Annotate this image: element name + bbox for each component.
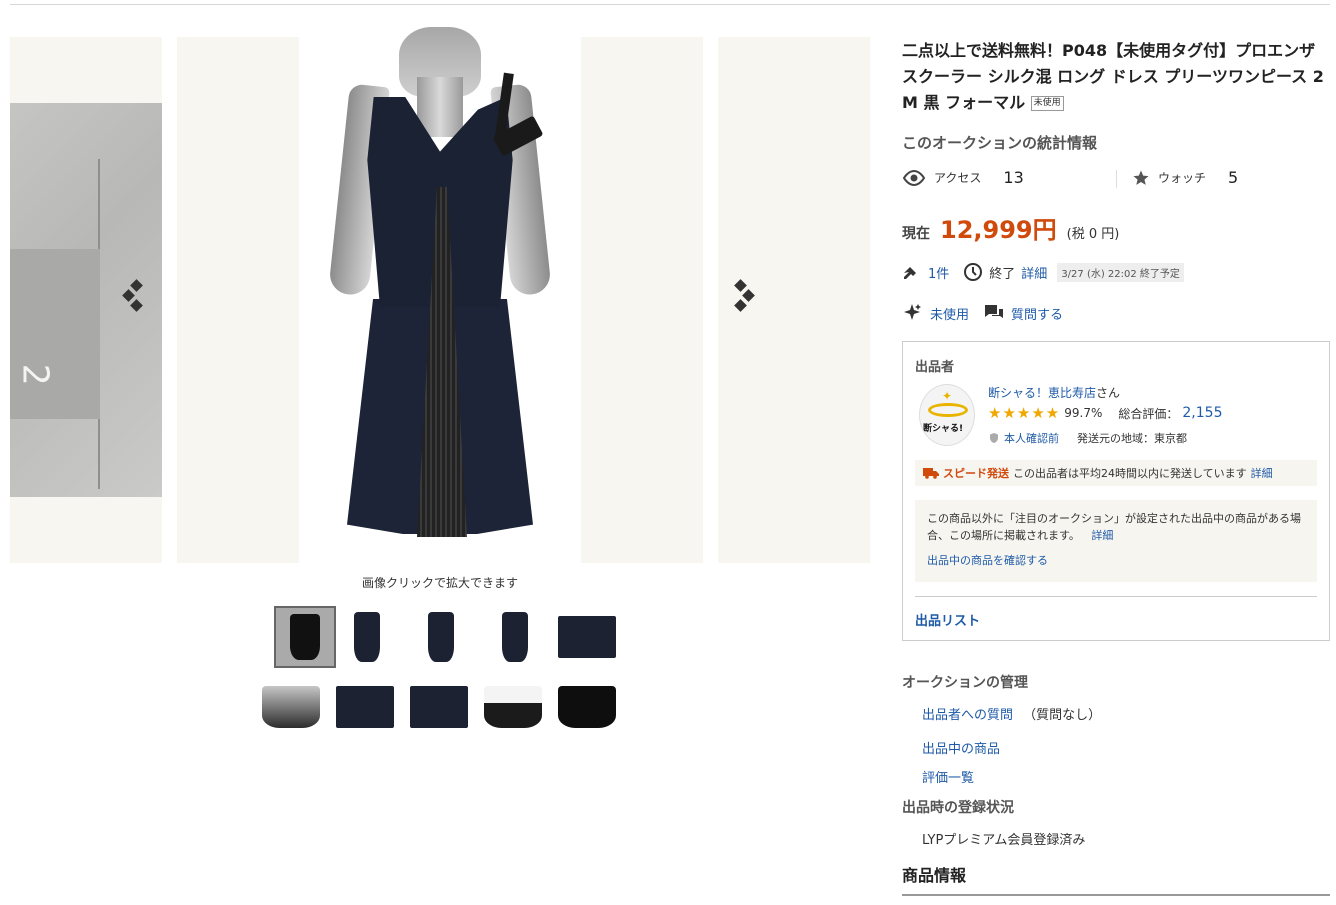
rating-percent: 99.7% xyxy=(1064,406,1103,420)
size-tag-number: 2 xyxy=(14,363,56,386)
access-value: 13 xyxy=(1003,168,1024,187)
ask-question-link[interactable]: 質問する xyxy=(1011,304,1063,323)
seller-name-row: 断シャる！恵比寿店さん xyxy=(988,384,1120,401)
condition-badge: 未使用 xyxy=(1030,96,1064,111)
thumbnail-6[interactable] xyxy=(260,676,322,738)
ship-region: 発送元の地域：東京都 xyxy=(1077,432,1187,445)
item-title-text: 二点以上で送料無料！P048【未使用タグ付】プロエンザ スクーラー シルク混 ロ… xyxy=(902,41,1324,112)
speed-tag: スピード発送 xyxy=(943,467,1009,480)
thumbnail-9[interactable] xyxy=(482,676,544,738)
product-info-heading: 商品情報 xyxy=(902,866,967,885)
price-tax: (税 0 円) xyxy=(1066,227,1120,242)
product-info-divider xyxy=(902,894,1330,896)
seller-panel: 出品者 ✦ 断シャる! 断シャる！恵比寿店さん ★★★★★ 99.7% 総合評価… xyxy=(902,341,1330,641)
truck-icon xyxy=(923,468,939,479)
condition-row: 未使用 質問する xyxy=(902,302,1063,324)
check-listings-link[interactable]: 出品中の商品を確認する xyxy=(927,552,1305,569)
stats-row: アクセス 13 ウォッチ 5 xyxy=(902,168,1330,192)
end-detail-link[interactable]: 詳細 xyxy=(1021,263,1047,282)
rating-stars-icon: ★★★★★ xyxy=(988,404,1061,422)
reviews-link[interactable]: 評価一覧 xyxy=(922,767,974,786)
seller-question-row: 出品者への質問 （質問なし） xyxy=(922,704,1101,723)
notice-detail-link[interactable]: 詳細 xyxy=(1091,529,1113,542)
item-title: 二点以上で送料無料！P048【未使用タグ付】プロエンザ スクーラー シルク混 ロ… xyxy=(902,38,1326,116)
access-label: アクセス xyxy=(934,171,982,185)
seller-avatar[interactable]: ✦ 断シャる! xyxy=(919,384,975,446)
bid-row: 1件 終了 詳細 3/27 (水) 22:02 終了予定 xyxy=(902,262,1184,282)
chat-icon xyxy=(985,305,1004,318)
eye-icon xyxy=(902,169,926,186)
stats-heading: このオークションの統計情報 xyxy=(902,134,1098,152)
speed-shipping-bar: スピード発送 この出品者は平均24時間以内に発送しています 詳細 xyxy=(915,460,1317,486)
listed-items-link[interactable]: 出品中の商品 xyxy=(922,738,1000,757)
registration-status: LYPプレミアム会員登録済み xyxy=(922,833,1086,848)
gallery-slide-placeholder xyxy=(581,37,703,563)
seller-name-link[interactable]: 断シャる！恵比寿店 xyxy=(988,386,1096,400)
sparkle-icon xyxy=(904,304,921,320)
bid-count-link[interactable]: 1件 xyxy=(928,263,949,282)
main-product-image[interactable] xyxy=(299,27,581,563)
registration-heading: 出品時の登録状況 xyxy=(902,800,1014,816)
total-rating-link[interactable]: 2,155 xyxy=(1182,405,1222,421)
zoom-hint: 画像クリックで拡大できます xyxy=(361,576,518,590)
question-status: （質問なし） xyxy=(1023,708,1102,723)
seller-name-suffix: さん xyxy=(1096,386,1121,400)
watch-label: ウォッチ xyxy=(1158,171,1207,185)
chevron-left-icon[interactable] xyxy=(120,279,148,319)
star-icon xyxy=(1133,170,1149,185)
watch-value: 5 xyxy=(1228,168,1239,187)
speed-detail-link[interactable]: 詳細 xyxy=(1251,465,1273,481)
end-time-tag: 3/27 (水) 22:02 終了予定 xyxy=(1057,262,1184,282)
gavel-icon xyxy=(904,267,916,279)
shield-icon xyxy=(990,433,998,443)
notice-text: この商品以外に「注目のオークション」が設定された出品中の商品がある場合、この場所… xyxy=(927,512,1301,542)
seller-list-link[interactable]: 出品リスト xyxy=(915,610,980,629)
gallery-slide-placeholder xyxy=(177,37,299,563)
price-label: 現在 xyxy=(902,226,930,242)
thumbnail-4[interactable] xyxy=(484,606,546,668)
thumbnail-3[interactable] xyxy=(410,606,472,668)
seller-logo-text: 断シャる! xyxy=(923,424,964,434)
thumbnail-10[interactable] xyxy=(556,676,618,738)
size-tag: 2 xyxy=(10,249,100,419)
seller-rating: ★★★★★ 99.7% 総合評価： 2,155 xyxy=(988,404,1222,422)
top-divider xyxy=(10,4,1330,5)
image-gallery[interactable]: 2 xyxy=(10,27,870,563)
seller-heading: 出品者 xyxy=(915,360,955,375)
thumbnail-5[interactable] xyxy=(556,606,618,668)
condition-link[interactable]: 未使用 xyxy=(930,304,969,323)
thumbnail-8[interactable] xyxy=(408,676,470,738)
total-rating-label: 総合評価： xyxy=(1118,406,1179,421)
featured-notice: この商品以外に「注目のオークション」が設定された出品中の商品がある場合、この場所… xyxy=(915,500,1317,582)
thumbnail-7[interactable] xyxy=(334,676,396,738)
halo-icon xyxy=(928,403,968,417)
price-row: 現在 12,999円 (税 0 円) xyxy=(902,210,1119,245)
verify-status-link[interactable]: 本人確認前 xyxy=(1004,430,1059,446)
end-label: 終了 xyxy=(989,266,1016,282)
seller-question-link[interactable]: 出品者への質問 xyxy=(922,708,1013,723)
thumbnail-2[interactable] xyxy=(336,606,398,668)
seller-divider xyxy=(915,596,1317,597)
chevron-right-icon[interactable] xyxy=(730,279,758,319)
watch-stat: ウォッチ 5 xyxy=(1132,168,1238,187)
speed-text: この出品者は平均24時間以内に発送しています xyxy=(1013,467,1247,480)
thumbnail-1[interactable] xyxy=(274,606,336,668)
stats-divider xyxy=(1116,170,1117,188)
sparkle-icon: ✦ xyxy=(942,389,953,403)
access-stat: アクセス 13 xyxy=(902,168,1024,187)
price-value: 12,999円 xyxy=(940,216,1057,244)
management-heading: オークションの管理 xyxy=(902,675,1028,691)
clock-icon xyxy=(964,263,983,281)
seller-verify-row: 本人確認前 発送元の地域：東京都 xyxy=(988,430,1187,446)
